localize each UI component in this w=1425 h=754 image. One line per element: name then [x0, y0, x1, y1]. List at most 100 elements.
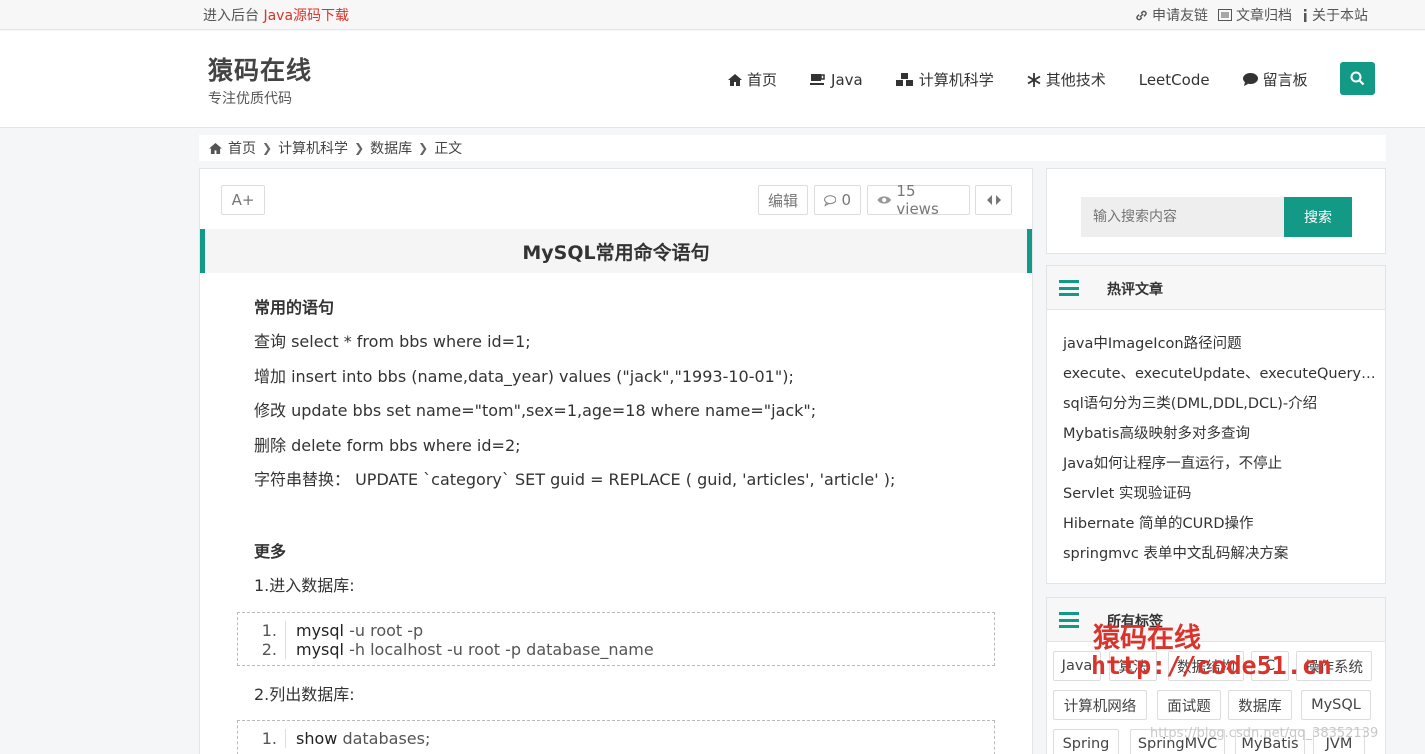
nav-home[interactable]: 首页: [728, 69, 777, 90]
archive-link-label: 文章归档: [1236, 8, 1292, 24]
code-args: -u root -p: [344, 621, 424, 640]
code-text: mysql -h localhost -u root -p database_n…: [286, 640, 654, 659]
widget-title: 热评文章: [1107, 282, 1163, 298]
breadcrumb-home[interactable]: 首页: [228, 138, 256, 158]
breadcrumb-cs[interactable]: 计算机科学: [278, 138, 348, 158]
archive-icon: [1218, 9, 1232, 21]
nav-java[interactable]: Java: [810, 69, 863, 90]
list-item[interactable]: sql语句分为三类(DML,DDL,DCL)-介绍: [1047, 389, 1377, 419]
breadcrumb-current: 正文: [434, 141, 463, 157]
tag[interactable]: 数据库: [1228, 690, 1292, 720]
comments-button[interactable]: 0: [814, 185, 861, 215]
comment-icon: [824, 194, 837, 207]
download-link[interactable]: Java源码下载: [263, 8, 349, 24]
watermark-csdn: https://blog.csdn.net/qq_38352139: [1150, 726, 1379, 741]
watermark-title: 猿码在线: [1093, 623, 1201, 654]
top-bar-right: 申请友链 文章归档 关于本站: [1135, 5, 1368, 25]
main-nav: 首页 Java 计算机科学 其他技术 LeetCode 留言板: [728, 69, 1308, 90]
paragraph: 2.列出数据库:: [254, 685, 355, 704]
comment-icon: [1242, 73, 1258, 86]
paragraph: 查询 select * from bbs where id=1;: [254, 332, 531, 351]
widget-header: 热评文章: [1047, 266, 1385, 310]
views-badge: 15 views: [867, 182, 970, 218]
code-text: show databases;: [286, 729, 430, 748]
coffee-icon: [810, 74, 825, 85]
site-name: 猿码在线: [208, 56, 313, 85]
line-number: 2.: [238, 640, 286, 659]
section-heading: 常用的语句: [254, 298, 335, 317]
nav-guestbook[interactable]: 留言板: [1242, 69, 1308, 90]
code-keyword: show: [296, 729, 338, 748]
search-button[interactable]: 搜索: [1284, 197, 1352, 237]
tag[interactable]: 面试题: [1157, 690, 1221, 720]
paragraph: 删除 delete form bbs where id=2;: [254, 435, 521, 455]
code-keyword: mysql: [296, 640, 344, 659]
nav-home-label: 首页: [747, 71, 778, 89]
top-bar: 进入后台 Java源码下载 申请友链 文章归档 关于本站: [0, 0, 1425, 30]
friend-link-label: 申请友链: [1152, 8, 1208, 24]
search-input[interactable]: [1081, 197, 1284, 237]
tag[interactable]: Spring: [1053, 729, 1119, 754]
site-slogan: 专注优质代码: [208, 91, 292, 107]
tag[interactable]: MySQL: [1301, 690, 1371, 720]
tag[interactable]: 计算机网络: [1053, 690, 1147, 720]
hot-articles-widget: 热评文章 java中ImageIcon路径问题 execute、executeU…: [1046, 265, 1386, 584]
nav-other[interactable]: 其他技术: [1027, 69, 1106, 90]
code-args: databases;: [337, 729, 431, 748]
code-args: -h localhost -u root -p database_name: [344, 640, 654, 659]
list-item[interactable]: execute、executeUpdate、executeQuery三者的区别: [1047, 359, 1377, 389]
paragraph: 增加 insert into bbs (name,data_year) valu…: [254, 366, 794, 386]
code-text: mysql -u root -p: [286, 621, 423, 640]
edit-button[interactable]: 编辑: [758, 185, 808, 215]
info-icon: [1304, 8, 1307, 22]
nav-guestbook-label: 留言板: [1262, 71, 1308, 89]
archive-link[interactable]: 文章归档: [1218, 5, 1292, 25]
home-icon: [209, 142, 222, 154]
list-item[interactable]: springmvc 表单中文乱码解决方案: [1047, 539, 1377, 569]
home-icon: [728, 73, 742, 86]
nav-leetcode[interactable]: LeetCode: [1139, 69, 1210, 90]
chevron-right-icon: ❯: [262, 141, 273, 155]
menu-icon: [1059, 612, 1079, 628]
friend-link[interactable]: 申请友链: [1135, 5, 1208, 25]
breadcrumb: 首页 ❯ 计算机科学 ❯ 数据库 ❯ 正文: [199, 135, 1386, 161]
menu-icon: [1059, 280, 1079, 296]
list-item[interactable]: Servlet 实现验证码: [1047, 479, 1377, 509]
paragraph: 修改 update bbs set name="tom",sex=1,age=1…: [254, 401, 817, 420]
watermark-url: http://code51.cn: [1091, 651, 1332, 680]
admin-link[interactable]: 进入后台: [203, 8, 259, 24]
code-line: 1. mysql -u root -p: [238, 621, 994, 640]
article-panel: A+ 编辑 0 15 views MySQL常用命令语句 常用的语句 查询 se…: [199, 168, 1033, 754]
breadcrumb-db[interactable]: 数据库: [370, 138, 412, 158]
about-link[interactable]: 关于本站: [1302, 5, 1368, 25]
paragraph: 字符串替换： UPDATE `category` SET guid = REPL…: [254, 470, 896, 489]
list-item[interactable]: Hibernate 简单的CURD操作: [1047, 509, 1377, 539]
line-number: 1.: [238, 621, 286, 640]
code-line: 1. show databases;: [238, 729, 994, 748]
chevron-right-icon: ❯: [418, 141, 429, 155]
font-size-button[interactable]: A+: [221, 185, 265, 215]
code-keyword: mysql: [296, 621, 344, 640]
list-item[interactable]: Mybatis高级映射多对多查询: [1047, 419, 1377, 449]
article-body-more: 更多 1.进入数据库:: [254, 541, 355, 610]
cubes-icon: [895, 72, 913, 86]
site-header: 猿码在线 专注优质代码 首页 Java 计算机科学 其他技术 LeetCode …: [0, 31, 1425, 128]
link-icon: [1136, 10, 1147, 20]
search-icon: [1350, 71, 1365, 86]
list-item[interactable]: Java如何让程序一直运行，不停止: [1047, 449, 1377, 479]
nav-java-label: Java: [831, 70, 863, 89]
list-item[interactable]: java中ImageIcon路径问题: [1047, 329, 1377, 359]
brand[interactable]: 猿码在线 专注优质代码: [208, 51, 312, 108]
code-arrows-icon: [986, 195, 1001, 205]
eye-icon: [877, 196, 891, 204]
about-link-label: 关于本站: [1312, 8, 1368, 24]
article-title: MySQL常用命令语句: [200, 229, 1032, 273]
toggle-width-button[interactable]: [975, 185, 1012, 215]
hot-articles-list: java中ImageIcon路径问题 execute、executeUpdate…: [1047, 310, 1385, 569]
nav-cs[interactable]: 计算机科学: [895, 69, 994, 90]
code-block: 1. show databases;: [237, 720, 995, 754]
paragraph: 1.进入数据库:: [254, 576, 355, 595]
nav-leetcode-label: LeetCode: [1138, 70, 1210, 89]
article-body: 常用的语句 查询 select * from bbs where id=1; 增…: [254, 297, 895, 504]
header-search-button[interactable]: [1340, 62, 1375, 95]
